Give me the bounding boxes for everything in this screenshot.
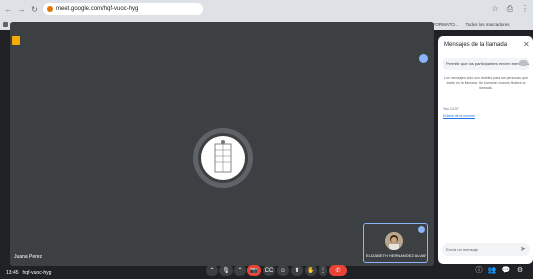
browser-menu-icon[interactable]: ⋮ bbox=[521, 4, 529, 14]
forward-arrow-icon[interactable]: → bbox=[17, 5, 26, 14]
meeting-code: hqf-vuoc-hyg bbox=[22, 270, 52, 276]
raise-hand-button[interactable]: ✋ bbox=[305, 265, 317, 276]
camera-button[interactable]: 📷 bbox=[247, 265, 261, 276]
activities-icon: ⚙ bbox=[516, 267, 524, 274]
bookmark-icon bbox=[3, 21, 8, 27]
speaking-indicator-icon bbox=[419, 54, 428, 63]
self-avatar bbox=[385, 232, 403, 250]
back-arrow-icon[interactable]: ← bbox=[4, 5, 13, 14]
browser-toolbar: ← → ↻ meet.google.com/hqf-vuoc-hyg ☆ ⎙ ⋮ bbox=[0, 0, 533, 18]
end-call-icon: ✆ bbox=[335, 268, 341, 274]
more-options-button[interactable]: ⋮ bbox=[319, 265, 327, 276]
address-text: meet.google.com/hqf-vuoc-hyg bbox=[56, 6, 139, 12]
mic-icon: 🎙 bbox=[222, 268, 230, 274]
people-icon: 👥 bbox=[487, 267, 497, 274]
present-button[interactable]: ⬆ bbox=[291, 265, 303, 276]
camera-options-button[interactable]: ⌃ bbox=[234, 265, 246, 276]
cast-icon[interactable]: ⎙ bbox=[507, 4, 513, 14]
self-participant-name: ELIZABETH HERNANDEZ ALVAREZ bbox=[366, 253, 426, 258]
self-speaking-indicator-icon bbox=[418, 226, 425, 233]
address-bar[interactable]: meet.google.com/hqf-vuoc-hyg bbox=[43, 3, 203, 15]
emoji-button[interactable]: ☺ bbox=[277, 265, 289, 276]
bookmark-star-icon[interactable]: ☆ bbox=[491, 4, 498, 14]
captions-icon: CC bbox=[264, 267, 274, 274]
message-sender-time: You 13:37 bbox=[443, 107, 459, 111]
end-call-button[interactable]: ✆ bbox=[329, 265, 347, 276]
chat-info-text: Los mensajes solo son visibles para las … bbox=[444, 76, 528, 90]
all-bookmarks-link[interactable]: Todos los marcadores bbox=[466, 22, 510, 27]
more-vert-icon: ⋮ bbox=[320, 268, 326, 274]
send-icon[interactable]: ➤ bbox=[520, 245, 526, 253]
permission-label: Permitir que los participantes envíen me… bbox=[446, 61, 529, 66]
main-participant-name: Juana Perez bbox=[14, 254, 43, 260]
info-button[interactable]: ⓘ bbox=[474, 265, 484, 276]
self-avatar-icon bbox=[385, 232, 403, 250]
close-icon[interactable]: ✕ bbox=[523, 40, 530, 49]
mic-options-button[interactable]: ⌃ bbox=[206, 265, 218, 276]
avatar-image-icon bbox=[214, 140, 232, 173]
avatar bbox=[201, 136, 245, 180]
emoji-icon: ☺ bbox=[279, 267, 287, 274]
people-button[interactable]: 👥 bbox=[487, 265, 497, 276]
meeting-info-bar: 13:45 hqf-vuoc-hyg bbox=[6, 270, 51, 276]
hand-icon: ✋ bbox=[307, 268, 315, 274]
reload-icon[interactable]: ↻ bbox=[30, 5, 39, 14]
permission-toggle[interactable] bbox=[519, 60, 528, 66]
meeting-time: 13:45 bbox=[6, 270, 19, 276]
captions-button[interactable]: CC bbox=[263, 265, 275, 276]
speaker-badge-icon bbox=[12, 36, 20, 45]
chat-panel-title: Mensajes de la llamada bbox=[444, 42, 508, 48]
chat-input-placeholder: Envía un mensaje bbox=[446, 247, 479, 252]
info-icon: ⓘ bbox=[475, 267, 483, 274]
camera-off-icon: 📷 bbox=[250, 268, 258, 274]
present-icon: ⬆ bbox=[294, 268, 300, 274]
mic-button[interactable]: 🎙 bbox=[219, 265, 233, 276]
chat-button[interactable]: 💬 bbox=[501, 265, 511, 276]
site-favicon-icon bbox=[47, 6, 53, 12]
chat-icon: 💬 bbox=[501, 267, 511, 274]
chat-panel bbox=[438, 36, 533, 264]
activities-button[interactable]: ⚙ bbox=[515, 265, 525, 276]
message-link[interactable]: Enlace de la reunión bbox=[443, 114, 475, 118]
